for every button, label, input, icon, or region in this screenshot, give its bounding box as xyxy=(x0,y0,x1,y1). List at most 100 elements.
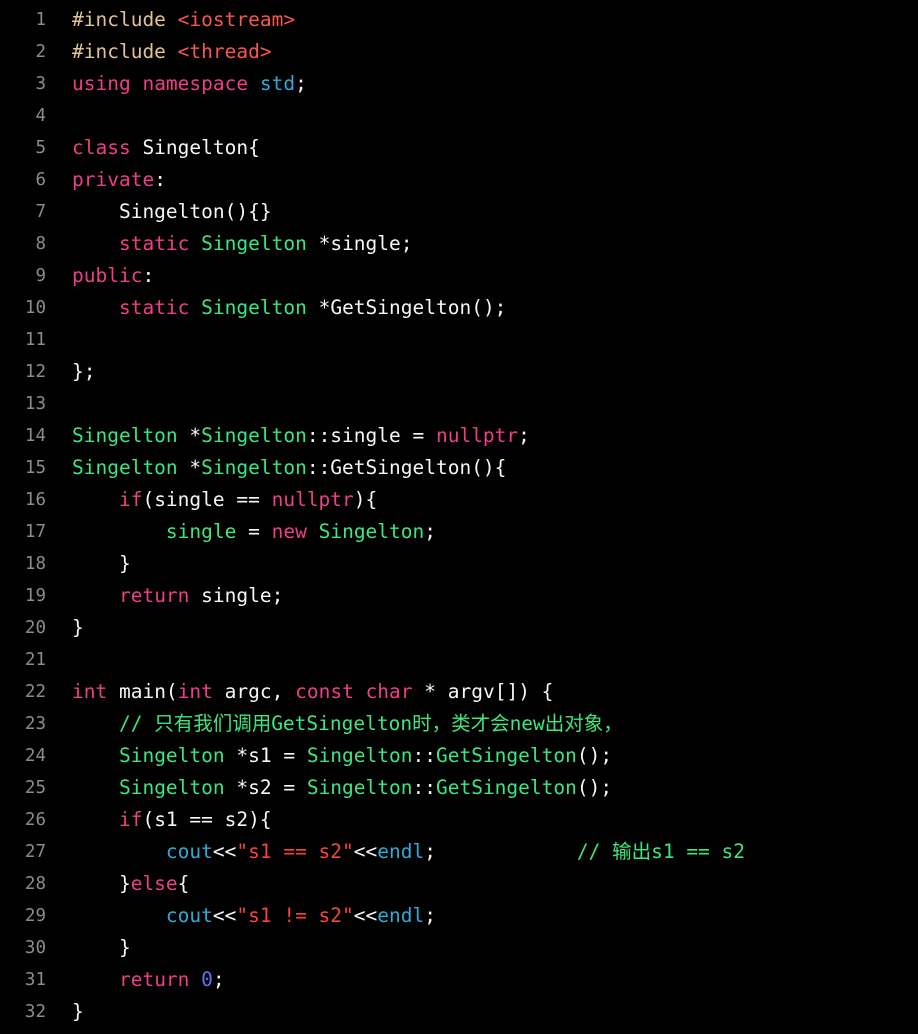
code-line-text[interactable]: int main(int argc, const char * argv[]) … xyxy=(46,676,918,708)
code-line[interactable]: 10 static Singelton *GetSingelton(); xyxy=(0,292,918,324)
code-line[interactable]: 32} xyxy=(0,996,918,1028)
code-line[interactable]: 11 xyxy=(0,324,918,356)
code-token: Singelton xyxy=(201,456,307,479)
code-line[interactable]: 1 #include <iostream> xyxy=(0,4,918,36)
line-number: 9 xyxy=(35,266,46,286)
code-line-text[interactable]: single = new Singelton; xyxy=(46,516,918,548)
code-line[interactable]: 14 Singelton *Singelton::single = nullptr… xyxy=(0,420,918,452)
code-line[interactable]: 4 xyxy=(0,100,918,132)
code-line-text[interactable]: #include <iostream> xyxy=(46,4,918,36)
code-line[interactable]: 26 if(s1 == s2){ xyxy=(0,804,918,836)
code-line[interactable]: 19 return single; xyxy=(0,580,918,612)
code-line-text[interactable]: } xyxy=(46,548,918,580)
code-line[interactable]: 27 cout<<"s1 == s2"<<endl; // 输出s1 == s2 xyxy=(0,836,918,868)
code-line-text[interactable]: #include <thread> xyxy=(46,36,918,68)
code-line[interactable]: 5 class Singelton{ xyxy=(0,132,918,164)
code-line-text[interactable]: } xyxy=(46,932,918,964)
line-number: 30 xyxy=(24,938,46,958)
code-line-text[interactable]: private: xyxy=(46,164,918,196)
code-line-text[interactable]: } xyxy=(46,996,918,1028)
code-line[interactable]: 31 return 0; xyxy=(0,964,918,996)
code-token: { xyxy=(177,872,190,895)
code-line-text[interactable] xyxy=(46,644,918,676)
code-line[interactable]: 9 public: xyxy=(0,260,918,292)
code-token: (s1 == s2){ xyxy=(142,808,272,831)
code-line[interactable]: 23 // 只有我们调用GetSingelton时，类才会new出对象， xyxy=(0,708,918,740)
code-token: return xyxy=(118,968,190,991)
code-line[interactable]: 17 single = new Singelton; xyxy=(0,516,918,548)
code-token: * argv[]) { xyxy=(412,680,554,703)
code-token: } xyxy=(72,936,131,959)
code-line-text[interactable]: class Singelton{ xyxy=(46,132,918,164)
code-line[interactable]: 22 int main(int argc, const char * argv[]… xyxy=(0,676,918,708)
code-token: }; xyxy=(72,360,96,383)
code-token: if xyxy=(118,488,143,511)
code-token: const xyxy=(295,680,354,703)
code-line-text[interactable]: } xyxy=(46,612,918,644)
code-token: << xyxy=(212,840,237,863)
code-token: : xyxy=(154,168,166,191)
code-line-text[interactable]: Singelton *Singelton::GetSingelton(){ xyxy=(46,452,918,484)
code-line-text[interactable]: return 0; xyxy=(46,964,918,996)
code-line-text[interactable]: public: xyxy=(46,260,918,292)
line-number: 13 xyxy=(24,394,46,414)
line-number: 20 xyxy=(24,618,46,638)
code-line[interactable]: 6 private: xyxy=(0,164,918,196)
code-line[interactable]: 30 } xyxy=(0,932,918,964)
code-editor-viewport: 1 #include <iostream> 2 #include <thread> 3 u… xyxy=(0,0,918,1034)
code-line[interactable]: 21 xyxy=(0,644,918,676)
line-number: 18 xyxy=(24,554,46,574)
code-token: *GetSingelton(); xyxy=(306,296,507,319)
code-line-text[interactable]: }; xyxy=(46,356,918,388)
code-line[interactable]: 16 if(single == nullptr){ xyxy=(0,484,918,516)
code-line-text[interactable]: using namespace std; xyxy=(46,68,918,100)
code-line-text[interactable]: static Singelton *single; xyxy=(46,228,918,260)
code-token: (); xyxy=(576,744,613,767)
code-line-text[interactable]: Singelton *s2 = Singelton::GetSingelton(… xyxy=(46,772,918,804)
code-line-text[interactable]: if(s1 == s2){ xyxy=(46,804,918,836)
code-line[interactable]: 24 Singelton *s1 = Singelton::GetSingelt… xyxy=(0,740,918,772)
code-line-text[interactable]: static Singelton *GetSingelton(); xyxy=(46,292,918,324)
code-line[interactable]: 20} xyxy=(0,612,918,644)
code-line-text[interactable] xyxy=(46,388,918,420)
code-line-text[interactable]: // 只有我们调用GetSingelton时，类才会new出对象， xyxy=(46,708,918,740)
code-line[interactable]: 2 #include <thread> xyxy=(0,36,918,68)
code-line[interactable]: 29 cout<<"s1 != s2"<<endl; xyxy=(0,900,918,932)
line-number: 3 xyxy=(35,74,46,94)
code-line-text[interactable] xyxy=(46,100,918,132)
code-line-text[interactable]: Singelton *s1 = Singelton::GetSingelton(… xyxy=(46,740,918,772)
line-number: 21 xyxy=(24,650,46,670)
code-line[interactable]: 25 Singelton *s2 = Singelton::GetSingelt… xyxy=(0,772,918,804)
code-line-text[interactable]: cout<<"s1 == s2"<<endl; // 输出s1 == s2 xyxy=(46,836,918,868)
code-line[interactable]: 18 } xyxy=(0,548,918,580)
code-line-text[interactable] xyxy=(46,324,918,356)
line-number: 32 xyxy=(24,1002,46,1022)
code-line-text[interactable]: if(single == nullptr){ xyxy=(46,484,918,516)
code-token: } xyxy=(72,616,84,639)
code-line[interactable]: 8 static Singelton *single; xyxy=(0,228,918,260)
code-token: Singelton xyxy=(118,776,225,799)
code-line[interactable]: 7 Singelton(){} xyxy=(0,196,918,228)
code-line-text[interactable]: cout<<"s1 != s2"<<endl; xyxy=(46,900,918,932)
code-line[interactable]: 15 Singelton *Singelton::GetSingelton(){ xyxy=(0,452,918,484)
code-line[interactable]: 13 xyxy=(0,388,918,420)
code-token: namespace xyxy=(142,72,249,95)
code-lines-container[interactable]: 1 #include <iostream> 2 #include <thread> 3 u… xyxy=(0,0,918,1028)
code-token: ; xyxy=(295,72,307,95)
code-line-text[interactable]: Singelton(){} xyxy=(46,196,918,228)
code-line-text[interactable]: }else{ xyxy=(46,868,918,900)
line-number: 29 xyxy=(24,906,46,926)
code-line[interactable]: 3 using namespace std; xyxy=(0,68,918,100)
code-line[interactable]: 12}; xyxy=(0,356,918,388)
code-line[interactable]: 28 }else{ xyxy=(0,868,918,900)
code-line-text[interactable]: return single; xyxy=(46,580,918,612)
code-token: = xyxy=(236,520,272,543)
code-line-text[interactable]: Singelton *Singelton::single = nullptr; xyxy=(46,420,918,452)
